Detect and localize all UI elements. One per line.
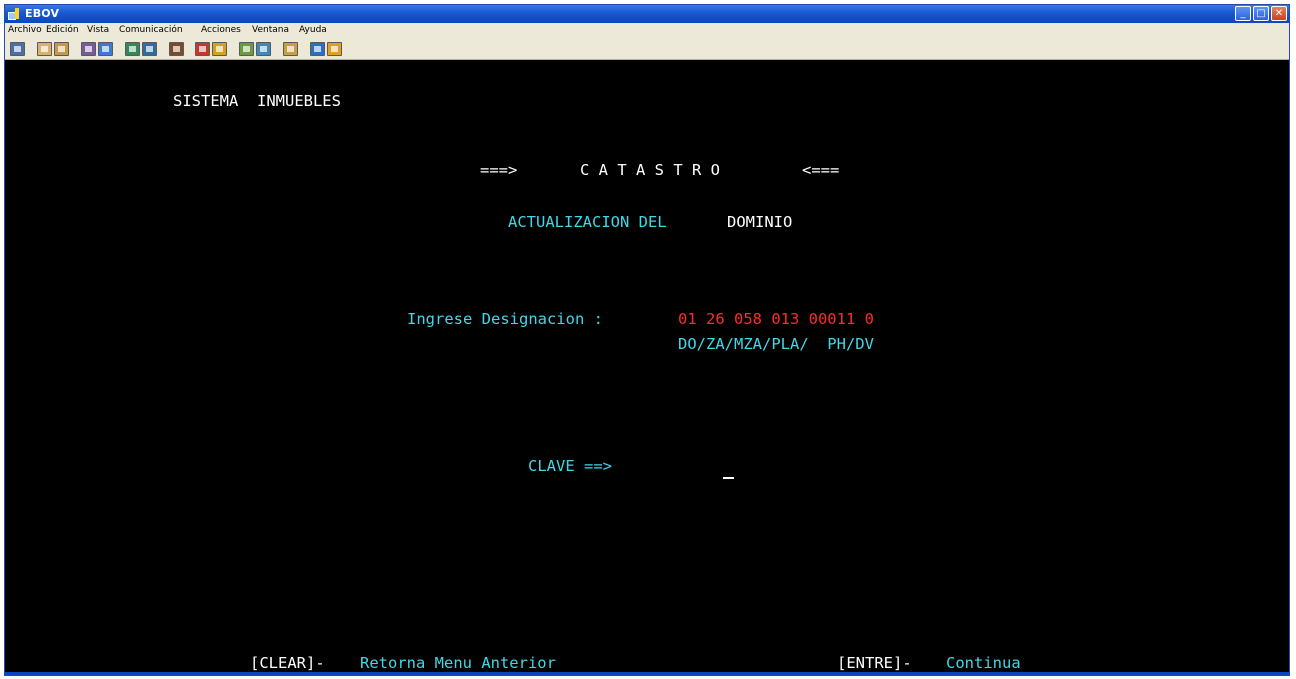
taskbar-strip [5, 672, 1289, 675]
globe-icon[interactable] [310, 42, 325, 56]
subtitle-actualizacion: ACTUALIZACION DEL [508, 213, 667, 231]
title-bar[interactable]: EBOV _ □ ✕ [5, 5, 1289, 23]
minimize-button[interactable]: _ [1235, 6, 1251, 21]
arrow-right: <=== [802, 161, 840, 179]
emulator-window: EBOV _ □ ✕ Archivo Edición Vista Comunic… [4, 4, 1290, 676]
clipboard-icon[interactable] [283, 42, 298, 56]
menu-vista[interactable]: Vista [87, 25, 109, 35]
close-button[interactable]: ✕ [1271, 6, 1287, 21]
designation-format: DO/ZA/MZA/PLA/ PH/DV [678, 335, 874, 353]
menu-archivo[interactable]: Archivo [8, 25, 42, 35]
designation-label: Ingrese Designacion : [407, 310, 603, 328]
menu-bar: Archivo Edición Vista Comunicación Accio… [5, 23, 1289, 39]
transfer-alt-icon[interactable] [98, 42, 113, 56]
display-alt-icon[interactable] [142, 42, 157, 56]
enter-key-label: [ENTRE]- [837, 654, 912, 672]
designation-input[interactable]: 01 26 058 013 00011 0 [678, 310, 874, 328]
system-title: SISTEMA INMUEBLES [173, 92, 341, 110]
clear-key-label: [CLEAR]- [250, 654, 325, 672]
clear-key-description: Retorna Menu Anterior [360, 654, 556, 672]
clave-label: CLAVE ==> [528, 457, 612, 475]
macro-icon[interactable] [169, 42, 184, 56]
menu-acciones[interactable]: Acciones [201, 25, 241, 35]
terminal-screen[interactable]: SISTEMA INMUEBLES ===> C A T A S T R O <… [5, 60, 1289, 675]
record-icon[interactable] [195, 42, 210, 56]
copy-icon[interactable] [37, 42, 52, 56]
clave-input-cursor[interactable] [723, 477, 734, 479]
menu-ventana[interactable]: Ventana [252, 25, 289, 35]
connect-icon[interactable] [239, 42, 254, 56]
menu-comunicacion[interactable]: Comunicación [119, 25, 183, 35]
enter-key-description: Continua [946, 654, 1021, 672]
arrow-left: ===> [480, 161, 518, 179]
app-icon[interactable] [8, 8, 22, 20]
paste-icon[interactable] [54, 42, 69, 56]
subtitle-dominio: DOMINIO [727, 213, 793, 231]
catastro-title: C A T A S T R O [580, 161, 720, 179]
playback-icon[interactable] [212, 42, 227, 56]
transfer-icon[interactable] [81, 42, 96, 56]
menu-ayuda[interactable]: Ayuda [299, 25, 327, 35]
menu-edicion[interactable]: Edición [46, 25, 79, 35]
print-screen-icon[interactable] [10, 42, 25, 56]
disconnect-icon[interactable] [256, 42, 271, 56]
maximize-button[interactable]: □ [1253, 6, 1269, 21]
window-title: EBOV [25, 7, 60, 20]
pencil-icon[interactable] [327, 42, 342, 56]
toolbar [5, 39, 1289, 60]
display-icon[interactable] [125, 42, 140, 56]
